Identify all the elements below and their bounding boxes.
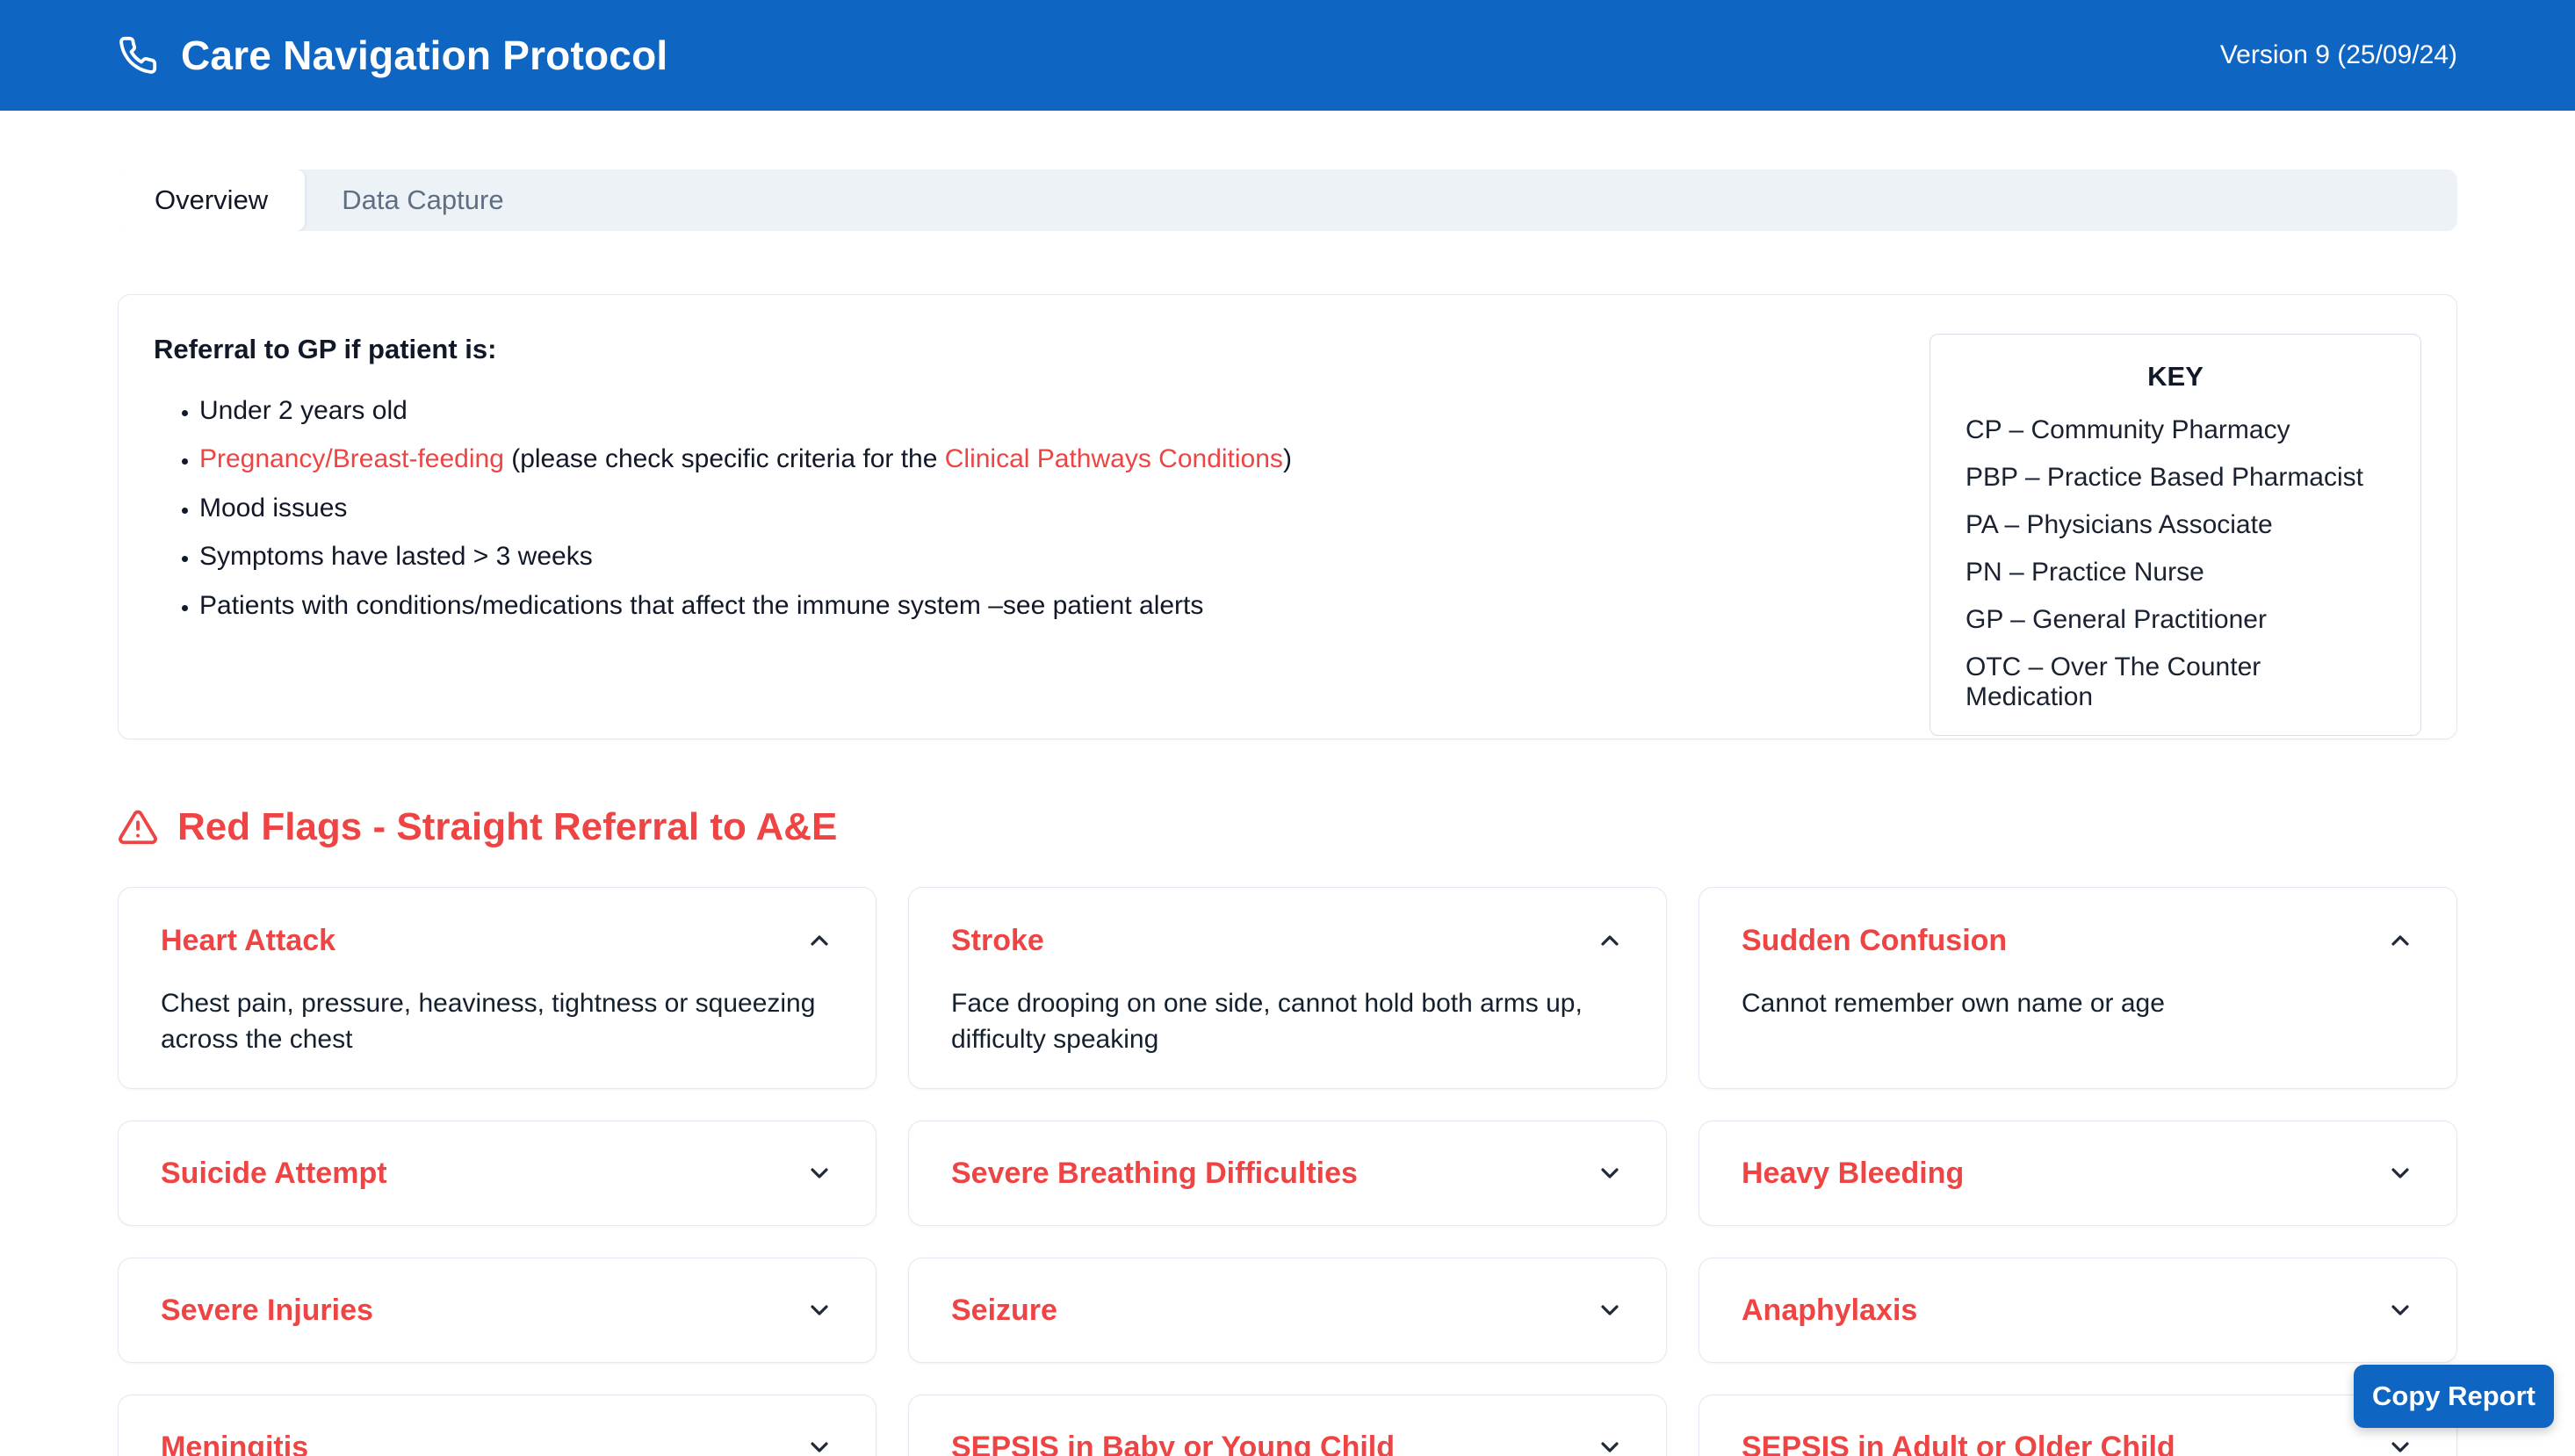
flag-card-toggle[interactable]: Meningitis [161, 1430, 833, 1456]
flag-card-title: Stroke [951, 923, 1044, 959]
flag-card-toggle[interactable]: Sudden Confusion [1742, 923, 2414, 959]
chevron-down-icon[interactable] [2386, 1433, 2414, 1456]
flag-card-heavy-bleeding: Heavy Bleeding [1699, 1121, 2457, 1226]
page: Care Navigation Protocol Version 9 (25/0… [0, 0, 2575, 1456]
key-entry-otc: OTC – Over The Counter Medication [1966, 652, 2385, 712]
flag-card-title: Seizure [951, 1293, 1057, 1329]
tab-data-capture[interactable]: Data Capture [305, 169, 540, 231]
chevron-up-icon[interactable] [805, 926, 833, 955]
flag-card-title: Heart Attack [161, 923, 335, 959]
flag-card-meningitis: Meningitis [118, 1395, 876, 1456]
bullet-text: Patients with conditions/medications tha… [199, 591, 1203, 620]
flag-card-description: Cannot remember own name or age [1742, 985, 2414, 1021]
chevron-up-icon[interactable] [1596, 926, 1624, 955]
key-entry-pa: PA – Physicians Associate [1966, 510, 2385, 540]
header-left: Care Navigation Protocol [118, 32, 667, 79]
clinical-pathways-link[interactable]: Clinical Pathways Conditions [945, 444, 1283, 473]
flag-card-toggle[interactable]: Stroke [951, 923, 1624, 959]
flag-card-toggle[interactable]: Severe Breathing Difficulties [951, 1156, 1624, 1192]
bullet-text: Mood issues [199, 494, 347, 523]
referral-bullet-pregnancy: Pregnancy/Breast-feeding (please check s… [199, 443, 1292, 474]
referral-bullet-under2: Under 2 years old [199, 395, 1292, 426]
flag-card-sepsis-adult-older-child: SEPSIS in Adult or Older Child [1699, 1395, 2457, 1456]
flag-card-heart-attack: Heart Attack Chest pain, pressure, heavi… [118, 887, 876, 1089]
bullet-text: ) [1283, 444, 1292, 473]
chevron-down-icon[interactable] [2386, 1296, 2414, 1324]
key-entry-pn: PN – Practice Nurse [1966, 558, 2385, 587]
tab-overview[interactable]: Overview [118, 169, 305, 231]
flag-card-toggle[interactable]: Heavy Bleeding [1742, 1156, 2414, 1192]
key-title: KEY [1966, 361, 2385, 393]
flag-card-sepsis-baby-young-child: SEPSIS in Baby or Young Child [908, 1395, 1667, 1456]
referral-heading: Referral to GP if patient is: [154, 334, 1292, 365]
flag-card-severe-injuries: Severe Injuries [118, 1258, 876, 1363]
red-flags-grid: Heart Attack Chest pain, pressure, heavi… [118, 887, 2457, 1456]
flag-card-title: Severe Injuries [161, 1293, 373, 1329]
flag-card-description: Chest pain, pressure, heaviness, tightne… [161, 985, 833, 1058]
main-content: Overview Data Capture Referral to GP if … [0, 169, 2575, 1456]
app-header: Care Navigation Protocol Version 9 (25/0… [0, 0, 2575, 111]
flag-card-suicide-attempt: Suicide Attempt [118, 1121, 876, 1226]
pregnancy-link[interactable]: Pregnancy/Breast-feeding [199, 444, 504, 473]
flag-card-title: SEPSIS in Adult or Older Child [1742, 1430, 2175, 1456]
bullet-text: (please check specific criteria for the [504, 444, 945, 473]
flag-card-toggle[interactable]: SEPSIS in Adult or Older Child [1742, 1430, 2414, 1456]
version-label: Version 9 (25/09/24) [2220, 40, 2457, 70]
bullet-text: Symptoms have lasted > 3 weeks [199, 542, 593, 571]
flag-card-title: Sudden Confusion [1742, 923, 2007, 959]
flag-card-title: SEPSIS in Baby or Young Child [951, 1430, 1395, 1456]
red-flags-title: Red Flags - Straight Referral to A&E [177, 804, 837, 850]
chevron-down-icon[interactable] [805, 1159, 833, 1187]
flag-card-title: Meningitis [161, 1430, 308, 1456]
key-entry-cp: CP – Community Pharmacy [1966, 415, 2385, 445]
chevron-down-icon[interactable] [2386, 1159, 2414, 1187]
chevron-up-icon[interactable] [2386, 926, 2414, 955]
chevron-down-icon[interactable] [805, 1296, 833, 1324]
flag-card-anaphylaxis: Anaphylaxis [1699, 1258, 2457, 1363]
flag-card-title: Suicide Attempt [161, 1156, 387, 1192]
bullet-text: Under 2 years old [199, 396, 408, 425]
phone-icon [118, 35, 158, 76]
referral-section: Referral to GP if patient is: Under 2 ye… [118, 294, 2457, 739]
flag-card-stroke: Stroke Face drooping on one side, cannot… [908, 887, 1667, 1089]
flag-card-title: Severe Breathing Difficulties [951, 1156, 1358, 1192]
referral-bullet-mood: Mood issues [199, 493, 1292, 523]
copy-report-button[interactable]: Copy Report [2354, 1365, 2554, 1428]
flag-card-toggle[interactable]: Severe Injuries [161, 1293, 833, 1329]
alert-triangle-icon [118, 807, 158, 847]
key-box: KEY CP – Community Pharmacy PBP – Practi… [1929, 334, 2421, 736]
flag-card-seizure: Seizure [908, 1258, 1667, 1363]
flag-card-toggle[interactable]: Suicide Attempt [161, 1156, 833, 1192]
flag-card-title: Heavy Bleeding [1742, 1156, 1964, 1192]
flag-card-description: Face drooping on one side, cannot hold b… [951, 985, 1624, 1058]
flag-card-toggle[interactable]: SEPSIS in Baby or Young Child [951, 1430, 1624, 1456]
referral-bullet-immune: Patients with conditions/medications tha… [199, 590, 1292, 621]
flag-card-toggle[interactable]: Seizure [951, 1293, 1624, 1329]
referral-bullet-symptoms: Symptoms have lasted > 3 weeks [199, 541, 1292, 572]
flag-card-toggle[interactable]: Heart Attack [161, 923, 833, 959]
chevron-down-icon[interactable] [1596, 1159, 1624, 1187]
flag-card-sudden-confusion: Sudden Confusion Cannot remember own nam… [1699, 887, 2457, 1089]
key-entry-gp: GP – General Practitioner [1966, 605, 2385, 635]
flag-card-severe-breathing-difficulties: Severe Breathing Difficulties [908, 1121, 1667, 1226]
referral-list: Under 2 years old Pregnancy/Breast-feedi… [154, 395, 1292, 621]
chevron-down-icon[interactable] [1596, 1433, 1624, 1456]
referral-criteria: Referral to GP if patient is: Under 2 ye… [154, 334, 1292, 707]
flag-card-title: Anaphylaxis [1742, 1293, 1917, 1329]
key-entry-pbp: PBP – Practice Based Pharmacist [1966, 463, 2385, 493]
chevron-down-icon[interactable] [805, 1433, 833, 1456]
flag-card-toggle[interactable]: Anaphylaxis [1742, 1293, 2414, 1329]
tab-bar: Overview Data Capture [118, 169, 2457, 231]
page-title: Care Navigation Protocol [181, 32, 667, 79]
chevron-down-icon[interactable] [1596, 1296, 1624, 1324]
red-flags-heading: Red Flags - Straight Referral to A&E [118, 804, 2457, 850]
